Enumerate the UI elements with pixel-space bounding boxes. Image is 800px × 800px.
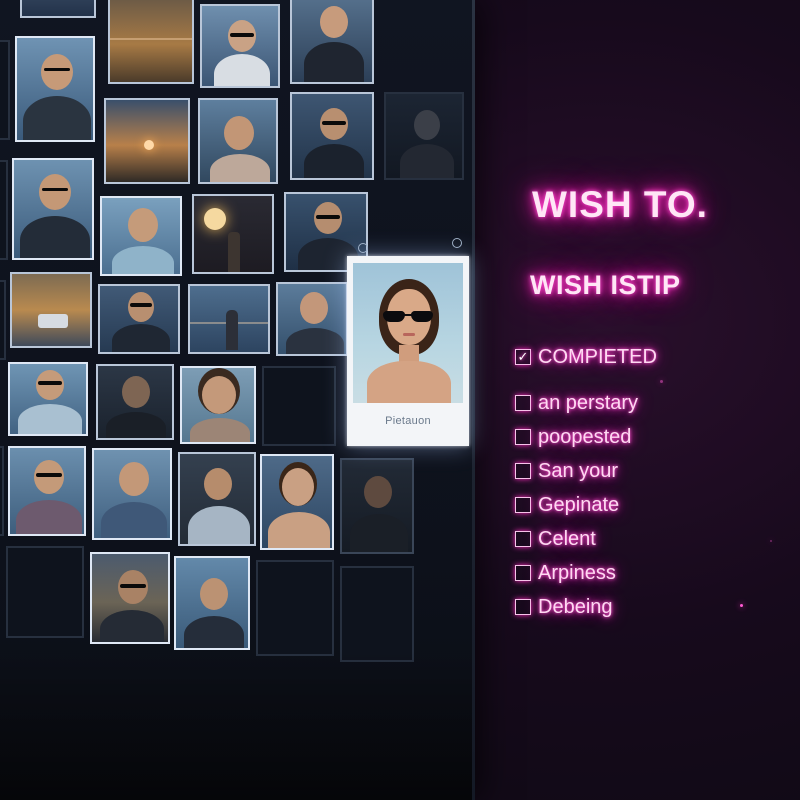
- photo-tile[interactable]: [20, 0, 96, 18]
- photo-tile[interactable]: [6, 546, 84, 638]
- checkbox-icon[interactable]: [515, 565, 531, 581]
- checkbox-icon[interactable]: [515, 531, 531, 547]
- sparkle: [740, 604, 743, 607]
- checklist-item-label: COMPIETED: [538, 345, 657, 368]
- checkbox-icon[interactable]: [515, 395, 531, 411]
- pin-icon: [358, 243, 368, 253]
- photo-tile[interactable]: [276, 282, 348, 356]
- photo-tile[interactable]: [0, 40, 10, 140]
- photo-tile[interactable]: [340, 566, 414, 662]
- photo-tile[interactable]: [8, 362, 88, 436]
- sparkle: [770, 540, 772, 542]
- checkbox-icon[interactable]: [515, 429, 531, 445]
- photo-tile[interactable]: [262, 366, 336, 446]
- photo-tile[interactable]: [0, 280, 6, 360]
- checkbox-checked-icon[interactable]: ✓: [515, 349, 531, 365]
- checklist-item[interactable]: Celent: [515, 522, 657, 556]
- photo-tile[interactable]: [290, 0, 374, 84]
- featured-photo-card[interactable]: Pietauon: [347, 256, 469, 446]
- photo-tile[interactable]: [90, 552, 170, 644]
- wish-checklist: ✓ COMPIETED an perstary poopested San yo…: [515, 340, 657, 624]
- photo-tile[interactable]: [384, 92, 464, 180]
- photo-tile[interactable]: [174, 556, 250, 650]
- featured-portrait: [353, 263, 463, 403]
- photo-tile[interactable]: [192, 194, 274, 274]
- checklist-item[interactable]: poopested: [515, 420, 657, 454]
- photo-tile[interactable]: [256, 560, 334, 656]
- photo-tile[interactable]: [340, 458, 414, 554]
- checklist-item-label: an perstary: [538, 391, 639, 414]
- photo-tile[interactable]: [180, 366, 256, 444]
- featured-photo-caption: Pietauon: [385, 415, 431, 427]
- photo-tile[interactable]: [8, 446, 86, 536]
- photo-tile[interactable]: [188, 284, 270, 354]
- photo-tile[interactable]: [12, 158, 94, 260]
- photo-tile[interactable]: [10, 272, 92, 348]
- photo-tile[interactable]: [198, 98, 278, 184]
- photo-tile[interactable]: [0, 446, 4, 536]
- photo-tile[interactable]: [100, 196, 182, 276]
- photo-tile[interactable]: [178, 452, 256, 546]
- checklist-item-label: Gepinate: [538, 493, 620, 516]
- wish-title: WISH TO.: [532, 184, 708, 225]
- checkbox-icon[interactable]: [515, 463, 531, 479]
- sparkle: [660, 380, 663, 383]
- photo-tile[interactable]: [108, 0, 194, 84]
- checklist-item[interactable]: ✓ COMPIETED: [515, 340, 657, 374]
- checklist-item[interactable]: Debeing: [515, 590, 657, 624]
- checklist-item-label: San your: [538, 459, 619, 482]
- photo-tile[interactable]: [96, 364, 174, 440]
- checkbox-icon[interactable]: [515, 497, 531, 513]
- wall-edge: [472, 0, 475, 800]
- checkbox-icon[interactable]: [515, 599, 531, 615]
- photo-tile[interactable]: [15, 36, 95, 142]
- checklist-item-label: Celent: [538, 527, 596, 550]
- checklist-item-label: Debeing: [538, 595, 613, 618]
- photo-tile[interactable]: [260, 454, 334, 550]
- photo-tile[interactable]: [0, 160, 8, 260]
- photo-tile[interactable]: [104, 98, 190, 184]
- checklist-item[interactable]: Gepinate: [515, 488, 657, 522]
- photo-tile[interactable]: [92, 448, 172, 540]
- checklist-item[interactable]: an perstary: [515, 386, 657, 420]
- photo-tile[interactable]: [200, 4, 280, 88]
- wish-subtitle: WISH ISTIP: [530, 270, 681, 300]
- pin-icon: [452, 238, 462, 248]
- photo-tile[interactable]: [290, 92, 374, 180]
- checklist-item[interactable]: San your: [515, 454, 657, 488]
- photo-tile[interactable]: [98, 284, 180, 354]
- checklist-item[interactable]: Arpiness: [515, 556, 657, 590]
- checklist-item-label: Arpiness: [538, 561, 616, 584]
- checklist-item-label: poopested: [538, 425, 632, 448]
- wall-shadow: [0, 650, 475, 800]
